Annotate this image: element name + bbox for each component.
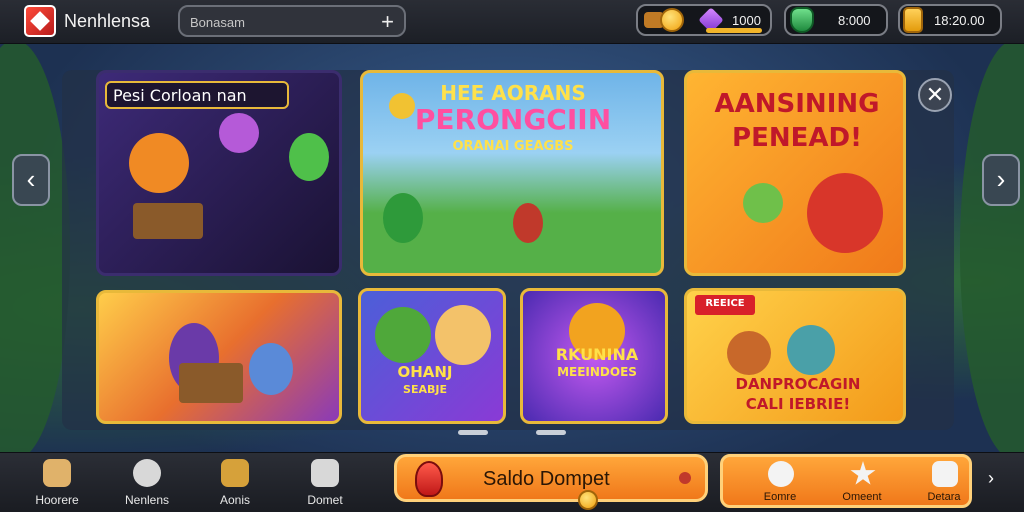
gem-value: 8:000 <box>838 13 871 28</box>
game-card-6[interactable]: RKUNINA MEEINDOES <box>520 288 668 424</box>
nav-label: Aonis <box>219 493 251 507</box>
card-title: Pesi Corloan nan <box>113 86 247 105</box>
game-card-4[interactable] <box>96 290 342 424</box>
coin-icon <box>389 93 415 119</box>
runner-character-icon <box>513 203 543 243</box>
card-headline-2: PENEAD! <box>732 123 862 153</box>
card-headline-2: MEEINDOES <box>557 365 637 379</box>
app-logo-icon <box>24 5 56 37</box>
game-card-5[interactable]: OHANJ SEABJE <box>358 288 506 424</box>
close-icon[interactable]: ✕ <box>918 78 952 112</box>
crate-icon <box>133 203 203 239</box>
green-creature-icon <box>383 193 423 243</box>
wallet-button-label: Saldo Dompet <box>483 468 610 490</box>
girl-character-icon <box>787 325 835 375</box>
page-indicator-2[interactable] <box>536 430 566 435</box>
nav-item-cloud[interactable]: Eomre <box>745 457 815 505</box>
nav-item-chest[interactable]: Aonis <box>200 454 270 510</box>
nav-item-home[interactable]: Hoorere <box>22 454 92 510</box>
green-creature-icon <box>743 183 783 223</box>
coin-progress <box>706 28 762 33</box>
game-card-3[interactable]: AANSINING PENEAD! <box>684 70 906 276</box>
card-badge-text: REEICE <box>705 298 745 309</box>
star-icon <box>850 461 876 485</box>
coin-balance[interactable]: 1000 <box>636 4 772 36</box>
nav-label: Nenlens <box>124 493 170 507</box>
search-box: + <box>178 5 406 37</box>
chest-icon <box>221 459 249 487</box>
nav-label: Detara <box>927 491 961 503</box>
puzzle-icon <box>311 459 339 487</box>
dice-icon <box>932 461 958 487</box>
gold-bar-icon <box>903 7 923 33</box>
shield-icon <box>790 7 814 33</box>
nav-item-dice[interactable]: Detara <box>909 457 979 505</box>
nav-label: Domet <box>307 493 343 507</box>
fox-character-icon <box>129 133 189 193</box>
nav-label: Omeent <box>842 491 882 503</box>
card-headline-1: AANSINING <box>714 89 880 119</box>
card-headline-1: HEE AORANS <box>440 81 586 105</box>
ruby-icon <box>415 461 443 497</box>
chest-icon <box>179 363 243 403</box>
app-title: Nenhlensa <box>64 11 151 31</box>
wallet-balance-button[interactable]: Saldo Dompet <box>394 454 708 502</box>
coin-value: 1000 <box>732 13 761 28</box>
notification-dot-icon <box>679 472 691 484</box>
nav-item-settings[interactable]: Nenlens <box>112 454 182 510</box>
card-subtitle: ORANAI GEAGBS <box>452 139 574 154</box>
nav-item-puzzle[interactable]: Domet <box>290 454 360 510</box>
card-headline-1: RKUNINA <box>555 345 639 364</box>
page-indicator-1[interactable] <box>458 430 488 435</box>
red-character-icon <box>807 173 883 253</box>
card-headline-2: PERONGCIIN <box>414 103 612 136</box>
nav-item-star[interactable]: Omeent <box>827 457 897 505</box>
top-bar: Nenhlensa + 1000 8:000 18:20.00 <box>0 0 1024 44</box>
nav-label: Eomre <box>763 491 797 503</box>
gold-balance[interactable]: 18:20.00 <box>898 4 1002 36</box>
game-card-1[interactable]: Pesi Corloan nan <box>96 70 342 276</box>
card-headline-2: CALI IEBRIE! <box>745 395 851 413</box>
gear-icon <box>133 459 161 487</box>
blonde-character-icon <box>435 305 491 365</box>
card-headline-2: SEABJE <box>403 383 447 396</box>
secondary-nav: Eomre Omeent Detara <box>720 454 972 508</box>
coin-icon <box>660 8 684 32</box>
cloud-icon <box>768 461 794 487</box>
game-card-2[interactable]: HEE AORANS PERONGCIIN ORANAI GEAGBS <box>360 70 664 276</box>
carousel-next-button[interactable]: › <box>982 154 1020 206</box>
nav-label: Hoorere <box>35 493 79 507</box>
green-hat-character-icon <box>375 307 431 363</box>
carousel-prev-button[interactable]: ‹ <box>12 154 50 206</box>
gold-value: 18:20.00 <box>934 13 985 28</box>
game-card-7[interactable]: REEICE DANPROCAGIN CALI IEBRIE! <box>684 288 906 424</box>
gem-balance[interactable]: 8:000 <box>784 4 888 36</box>
search-input[interactable] <box>190 13 370 31</box>
potion-icon <box>219 113 259 153</box>
barrel-icon <box>249 343 293 395</box>
card-headline-1: DANPROCAGIN <box>735 375 861 393</box>
more-chevron-icon[interactable]: › <box>988 468 994 489</box>
coin-icon <box>578 490 598 510</box>
green-orb-icon <box>289 133 329 181</box>
card-headline-1: OHANJ <box>397 363 453 381</box>
boy-character-icon <box>727 331 771 375</box>
home-icon <box>43 459 71 487</box>
add-button[interactable]: + <box>381 9 394 35</box>
